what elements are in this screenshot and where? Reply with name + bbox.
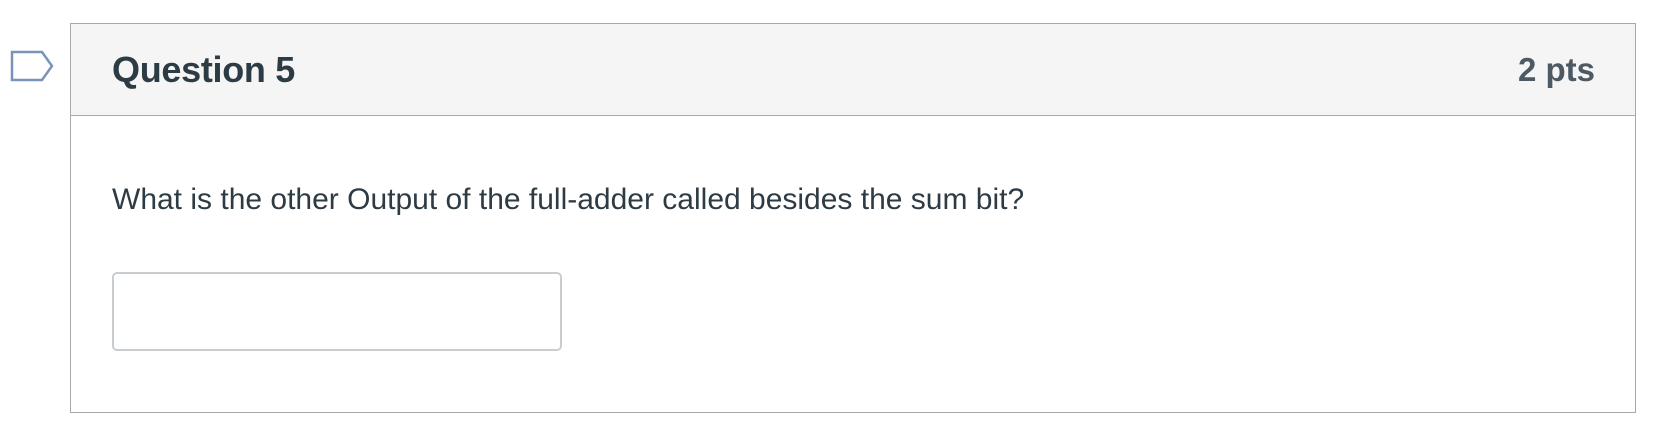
- question-text: What is the other Output of the full-add…: [112, 183, 1025, 216]
- question-title: Question 5: [112, 48, 296, 90]
- question-header: Question 5 2 pts: [71, 24, 1635, 116]
- question-points: 2 pts: [1517, 50, 1595, 88]
- question-card: Question 5 2 pts What is the other Outpu…: [70, 23, 1636, 413]
- bookmark-flag-icon: [10, 50, 54, 82]
- flag-question-button[interactable]: [10, 50, 54, 82]
- answer-input[interactable]: [112, 272, 562, 351]
- quiz-page: Question 5 2 pts What is the other Outpu…: [0, 0, 1670, 439]
- question-body: What is the other Output of the full-add…: [71, 182, 1635, 351]
